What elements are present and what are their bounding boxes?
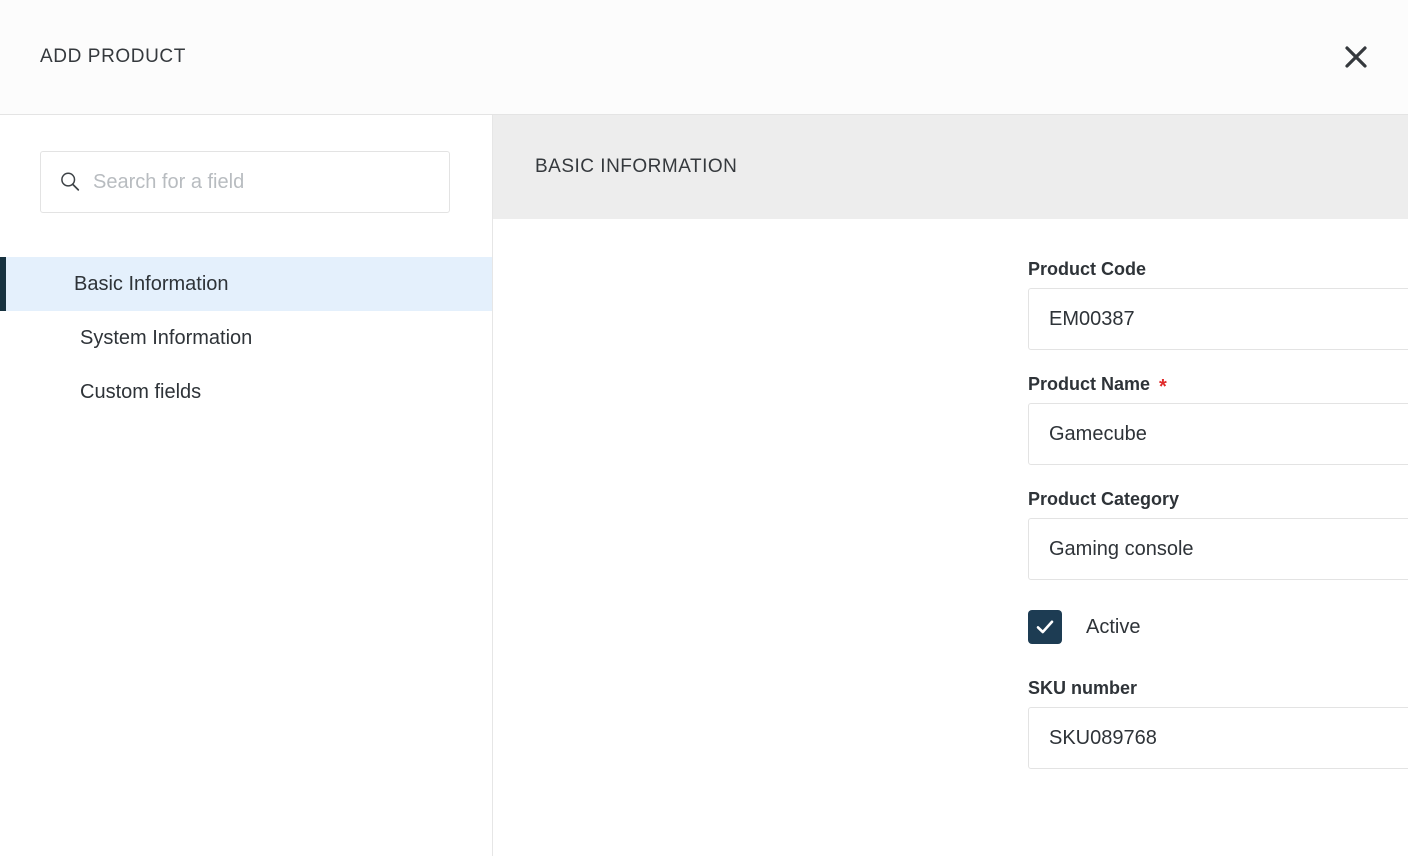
field-label-text: SKU number	[1028, 678, 1137, 699]
field-sidebar: Basic Information System Information Cus…	[0, 115, 493, 856]
field-sku-number: SKU number	[1028, 678, 1368, 769]
field-label-text: Product Code	[1028, 259, 1146, 280]
product-category-value: Gaming console	[1049, 538, 1408, 561]
section-title: BASIC INFORMATION	[535, 156, 737, 178]
product-category-select[interactable]: Gaming console	[1028, 518, 1408, 580]
search-box[interactable]	[40, 151, 450, 213]
page-title: ADD PRODUCT	[40, 46, 186, 68]
product-code-input[interactable]	[1028, 288, 1408, 350]
active-checkbox[interactable]	[1028, 610, 1062, 644]
sidebar-item-system-information[interactable]: System Information	[0, 311, 492, 365]
field-label: Product Code	[1028, 259, 1368, 280]
sidebar-item-label: Custom fields	[80, 381, 201, 404]
field-product-code: Product Code	[1028, 259, 1368, 350]
field-product-name: Product Name *	[1028, 374, 1368, 465]
modal-header: ADD PRODUCT	[0, 0, 1408, 115]
section-header: BASIC INFORMATION	[493, 115, 1408, 219]
modal-body: Basic Information System Information Cus…	[0, 115, 1408, 856]
field-label: SKU number	[1028, 678, 1368, 699]
field-product-category: Product Category Gaming console	[1028, 489, 1368, 580]
search-icon	[57, 169, 83, 195]
field-list: Product Code Product Name * Product Cate…	[493, 219, 1408, 856]
sidebar-item-label: Basic Information	[74, 273, 229, 296]
search-field-wrapper	[40, 151, 450, 213]
search-input[interactable]	[93, 152, 449, 212]
add-product-modal: ADD PRODUCT	[0, 0, 1408, 856]
active-checkbox-label: Active	[1086, 616, 1140, 639]
sidebar-item-basic-information[interactable]: Basic Information	[0, 257, 492, 311]
sidebar-item-custom-fields[interactable]: Custom fields	[0, 365, 492, 419]
form-content: BASIC INFORMATION Product Code Product N…	[493, 115, 1408, 856]
field-label-text: Product Category	[1028, 489, 1179, 510]
field-label: Product Category	[1028, 489, 1368, 510]
sidebar-nav: Basic Information System Information Cus…	[0, 257, 492, 419]
product-name-input[interactable]	[1028, 403, 1408, 465]
sku-number-input[interactable]	[1028, 707, 1408, 769]
close-icon	[1342, 43, 1370, 71]
field-label-text: Product Name	[1028, 374, 1150, 395]
field-label: Product Name *	[1028, 374, 1368, 395]
sidebar-item-label: System Information	[80, 327, 252, 350]
field-active: Active	[1028, 610, 1368, 644]
required-asterisk: *	[1159, 377, 1167, 397]
close-button[interactable]	[1334, 35, 1378, 79]
